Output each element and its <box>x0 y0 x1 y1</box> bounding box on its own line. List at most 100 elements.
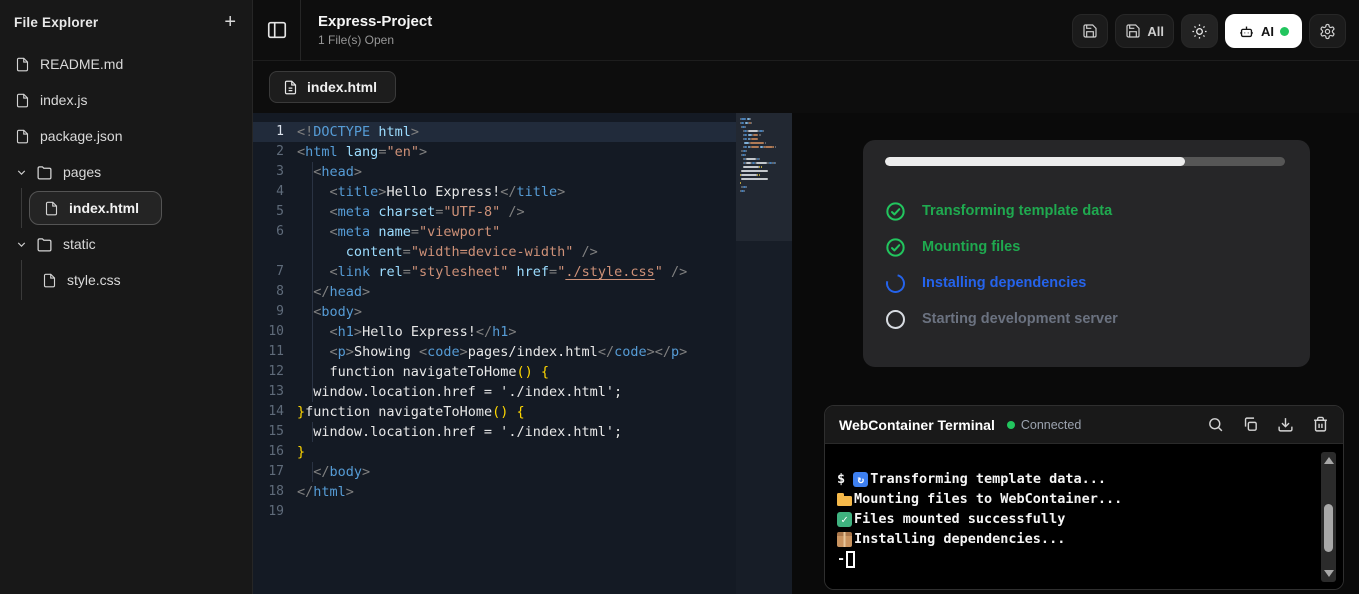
code-line[interactable]: 13window.location.href = './index.html'; <box>253 382 736 402</box>
tree-item-index.html[interactable]: index.html <box>0 190 252 226</box>
pending-circle-icon <box>886 310 905 329</box>
code-line[interactable]: 2<html lang="en"> <box>253 142 736 162</box>
progress-step-1: Transforming template data <box>885 193 1285 229</box>
file-explorer-title: File Explorer <box>14 15 98 30</box>
file-icon <box>15 129 30 144</box>
save-all-button[interactable]: All <box>1115 14 1174 48</box>
line-number: 17 <box>253 462 297 482</box>
copy-icon[interactable] <box>1242 416 1259 433</box>
save-all-icon <box>1125 23 1141 39</box>
sun-icon <box>1191 23 1208 40</box>
terminal-text: Mounting files to WebContainer... <box>854 491 1122 507</box>
scroll-down-arrow-icon[interactable] <box>1324 570 1334 577</box>
code-line[interactable]: 18</html> <box>253 482 736 502</box>
step-label: Transforming template data <box>922 203 1112 219</box>
toggle-sidebar-button[interactable] <box>253 0 301 61</box>
ide-window: File Explorer + README.md index.jspackage… <box>0 0 1359 594</box>
line-number: 5 <box>253 202 297 222</box>
tree-item-label: index.html <box>69 200 139 216</box>
download-icon[interactable] <box>1277 416 1294 433</box>
code-line[interactable]: 3<head> <box>253 162 736 182</box>
main-area: Express-Project 1 File(s) Open All AI <box>253 0 1359 594</box>
tree-item-label: static <box>63 236 96 252</box>
scrollbar-thumb[interactable] <box>1324 504 1333 552</box>
settings-button[interactable] <box>1309 14 1346 48</box>
file-icon <box>44 201 59 216</box>
terminal-output[interactable]: $ ↻Transforming template data...Mounting… <box>825 444 1343 590</box>
tree-item-index.js[interactable]: index.js <box>0 82 252 118</box>
ai-assistant-button[interactable]: AI <box>1225 14 1302 48</box>
code-line[interactable]: 12 function navigateToHome() { <box>253 362 736 382</box>
terminal-line: Mounting files to WebContainer... <box>837 489 1303 509</box>
file-explorer-header: File Explorer + <box>0 0 252 40</box>
connection-status-label: Connected <box>1021 418 1081 432</box>
line-number: 12 <box>253 362 297 382</box>
code-line[interactable]: 6 <meta name="viewport" <box>253 222 736 242</box>
tree-item-label: README.md <box>40 56 123 72</box>
terminal-prompt: - <box>837 551 845 567</box>
line-number <box>253 242 297 262</box>
file-explorer-sidebar: File Explorer + README.md index.jspackage… <box>0 0 253 594</box>
tree-item-label: pages <box>63 164 101 180</box>
code-line[interactable]: 14}function navigateToHome() { <box>253 402 736 422</box>
code-line[interactable]: content="width=device-width" /> <box>253 242 736 262</box>
save-all-label: All <box>1147 24 1164 39</box>
tree-item-pages[interactable]: pages <box>0 154 252 190</box>
tree-item-README.md[interactable]: README.md <box>0 46 252 82</box>
chevron-down-icon <box>15 238 28 251</box>
sync-emoji-icon: ↻ <box>853 472 868 487</box>
save-icon <box>1082 23 1098 39</box>
terminal-lines: $ ↻Transforming template data...Mounting… <box>837 469 1303 569</box>
terminal-scrollbar[interactable] <box>1321 452 1336 582</box>
code-line[interactable]: 17</body> <box>253 462 736 482</box>
step-label: Starting development server <box>922 311 1118 327</box>
line-number: 10 <box>253 322 297 342</box>
code-editor[interactable]: 1<!DOCTYPE html>2<html lang="en">3<head>… <box>253 113 792 594</box>
scroll-up-arrow-icon[interactable] <box>1324 457 1334 464</box>
code-line[interactable]: 8</head> <box>253 282 736 302</box>
progress-bar <box>885 157 1285 166</box>
line-number: 13 <box>253 382 297 402</box>
line-number: 2 <box>253 142 297 162</box>
line-number: 6 <box>253 222 297 242</box>
terminal-line: Installing dependencies... <box>837 529 1303 549</box>
terminal-title: WebContainer Terminal <box>839 417 995 433</box>
code-line[interactable]: 1<!DOCTYPE html> <box>253 122 736 142</box>
tab-index-html[interactable]: index.html <box>269 71 396 103</box>
code-line[interactable]: 11 <p>Showing <code>pages/index.html</co… <box>253 342 736 362</box>
trash-icon[interactable] <box>1312 416 1329 433</box>
line-number: 14 <box>253 402 297 422</box>
ai-label: AI <box>1261 24 1274 39</box>
tree-item-package.json[interactable]: package.json <box>0 118 252 154</box>
search-icon[interactable] <box>1207 416 1224 433</box>
editor-minimap[interactable] <box>736 113 792 594</box>
code-line[interactable]: 5 <meta charset="UTF-8" /> <box>253 202 736 222</box>
file-icon <box>42 273 57 288</box>
save-button[interactable] <box>1072 14 1108 48</box>
tree-item-style.css[interactable]: style.css <box>0 262 252 298</box>
line-number: 19 <box>253 502 297 522</box>
tab-bar: index.html <box>253 61 1359 113</box>
code-line[interactable]: 9<body> <box>253 302 736 322</box>
progress-step-4: Starting development server <box>885 301 1285 337</box>
file-icon <box>15 57 30 72</box>
terminal-text: Transforming template data... <box>870 471 1106 487</box>
line-number: 1 <box>253 122 297 142</box>
terminal-header: WebContainer Terminal Connected <box>825 406 1343 444</box>
line-number: 18 <box>253 482 297 502</box>
code-line[interactable]: 19 <box>253 502 736 522</box>
code-line[interactable]: 15window.location.href = './index.html'; <box>253 422 736 442</box>
code-line[interactable]: 16} <box>253 442 736 462</box>
tree-item-label: style.css <box>67 272 121 288</box>
code-line[interactable]: 7 <link rel="stylesheet" href="./style.c… <box>253 262 736 282</box>
code-area[interactable]: 1<!DOCTYPE html>2<html lang="en">3<head>… <box>253 113 736 594</box>
minimap-content <box>740 118 790 196</box>
code-line[interactable]: 4 <title>Hello Express!</title> <box>253 182 736 202</box>
right-panel: Transforming template data Mounting files… <box>792 113 1359 594</box>
robot-icon <box>1238 23 1255 40</box>
code-line[interactable]: 10 <h1>Hello Express!</h1> <box>253 322 736 342</box>
theme-toggle-button[interactable] <box>1181 14 1218 48</box>
folder-icon <box>36 164 53 181</box>
tree-item-static[interactable]: static <box>0 226 252 262</box>
add-file-button[interactable]: + <box>224 14 236 30</box>
